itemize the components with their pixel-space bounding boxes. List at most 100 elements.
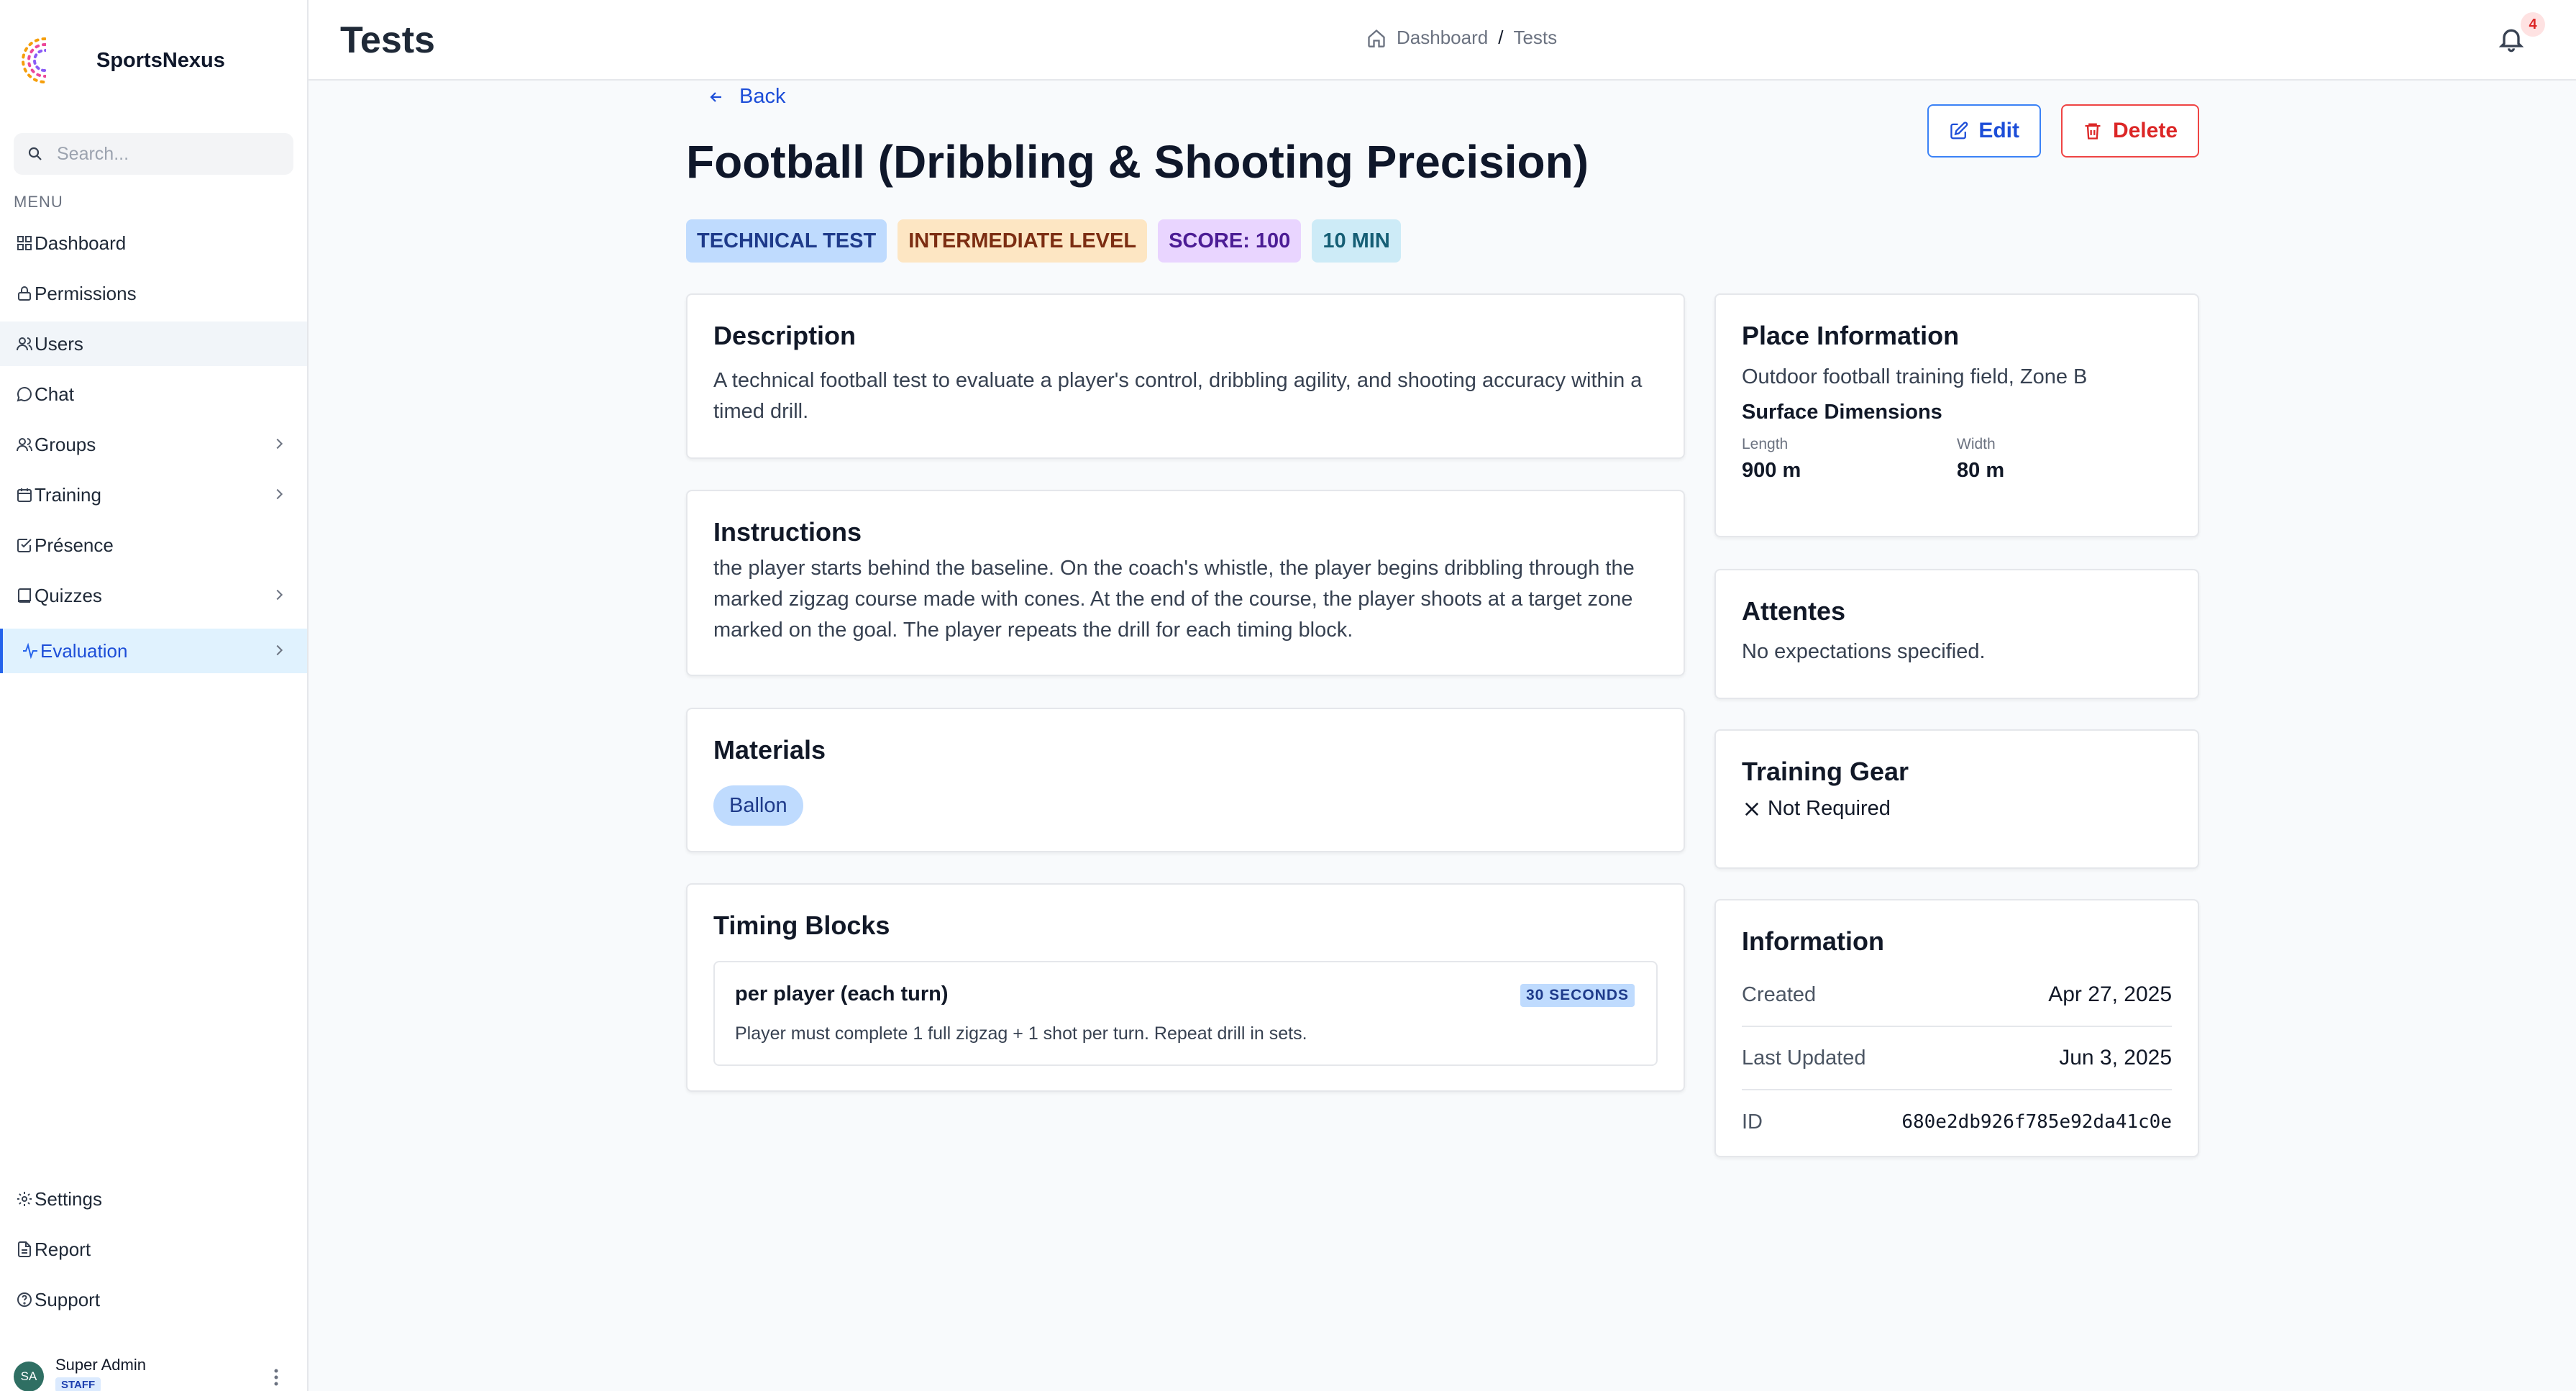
chevron-right-icon: [276, 438, 283, 450]
sidebar: SportsNexus MENU Dashboard Permissions U…: [0, 0, 309, 1391]
test-tags: TECHNICAL TEST INTERMEDIATE LEVEL SCORE:…: [686, 219, 1401, 263]
breadcrumb-tests: Tests: [1513, 27, 1558, 48]
menu-label: MENU: [14, 193, 63, 211]
sidebar-item-support[interactable]: Support: [0, 1277, 307, 1322]
sidebar-item-groups[interactable]: Groups: [0, 422, 307, 467]
edit-button[interactable]: Edit: [1927, 104, 2041, 158]
sidebar-item-presence[interactable]: Présence: [0, 523, 307, 567]
instructions-card: Instructions the player starts behind th…: [686, 490, 1685, 676]
sidebar-item-quizzes[interactable]: Quizzes: [0, 573, 307, 618]
search-box[interactable]: [14, 133, 293, 175]
file-icon: [14, 1239, 35, 1259]
sidebar-item-label: Chat: [35, 383, 74, 405]
width-dimension: Width 80 m: [1957, 436, 2172, 483]
place-information-card: Place Information Outdoor football train…: [1714, 293, 2199, 537]
group-icon: [14, 434, 35, 455]
sidebar-item-permissions[interactable]: Permissions: [0, 271, 307, 316]
sidebar-item-label: Report: [35, 1238, 91, 1260]
notification-badge: 4: [2521, 12, 2545, 37]
sidebar-item-label: Training: [35, 483, 101, 506]
back-link[interactable]: Back: [708, 85, 785, 109]
home-icon[interactable]: [1366, 28, 1387, 48]
close-icon: [1745, 802, 1759, 816]
gear-icon: [14, 1189, 35, 1209]
information-card: Information Created Apr 27, 2025 Last Up…: [1714, 899, 2199, 1157]
activity-icon: [20, 641, 40, 661]
page-title: Tests: [340, 19, 435, 61]
score-badge: SCORE: 100: [1158, 219, 1302, 263]
user-profile[interactable]: SA Super Admin STAFF: [14, 1356, 146, 1391]
sidebar-item-label: Quizzes: [35, 584, 102, 606]
information-list: Created Apr 27, 2025 Last Updated Jun 3,…: [1742, 964, 2172, 1154]
breadcrumb-dashboard[interactable]: Dashboard: [1397, 27, 1488, 49]
more-vertical-icon[interactable]: [272, 1367, 280, 1388]
duration-badge: 10 MIN: [1312, 219, 1401, 263]
sidebar-item-label: Settings: [35, 1187, 102, 1210]
sidebar-item-chat[interactable]: Chat: [0, 372, 307, 416]
brand-name: SportsNexus: [96, 48, 225, 72]
id-value: 680e2db926f785e92da41c0e: [1901, 1111, 2172, 1133]
grid-icon: [14, 233, 35, 253]
level-badge: INTERMEDIATE LEVEL: [898, 219, 1148, 263]
attentes-heading: Attentes: [1742, 596, 1846, 626]
sidebar-item-settings[interactable]: Settings: [0, 1177, 307, 1221]
sidebar-item-label: Présence: [35, 534, 114, 556]
search-icon: [28, 147, 42, 160]
top-header: Tests Dashboard / Tests 4: [309, 0, 2576, 81]
sidebar-item-dashboard[interactable]: Dashboard: [0, 221, 307, 265]
training-gear-card: Training Gear Not Required: [1714, 729, 2199, 869]
materials-heading: Materials: [713, 735, 826, 765]
surface-dimensions-heading: Surface Dimensions: [1742, 401, 1942, 424]
delete-button[interactable]: Delete: [2061, 104, 2199, 158]
check-square-icon: [14, 535, 35, 555]
brand-logo-icon: [22, 32, 70, 89]
search-input[interactable]: [57, 143, 287, 165]
user-role-badge: STAFF: [55, 1377, 101, 1391]
timing-block-note: Player must complete 1 full zigzag + 1 s…: [735, 1023, 1307, 1044]
edit-label: Edit: [1978, 119, 2019, 142]
sidebar-item-label: Evaluation: [40, 639, 128, 662]
sidebar-item-label: Support: [35, 1288, 101, 1310]
users-icon: [14, 334, 35, 354]
updated-value: Jun 3, 2025: [2059, 1046, 2172, 1070]
instructions-heading: Instructions: [713, 517, 862, 547]
arrow-left-icon: [710, 91, 721, 102]
gear-heading: Training Gear: [1742, 757, 1909, 786]
sidebar-item-label: Users: [35, 332, 83, 355]
instructions-text: the player starts behind the baseline. O…: [713, 557, 1635, 642]
test-title: Football (Dribbling & Shooting Precision…: [686, 136, 1589, 188]
description-card: Description A technical football test to…: [686, 293, 1685, 459]
type-badge: TECHNICAL TEST: [686, 219, 887, 263]
gear-status: Not Required: [1742, 797, 2172, 821]
chevron-right-icon: [276, 589, 283, 601]
info-row-id: ID 680e2db926f785e92da41c0e: [1742, 1090, 2172, 1154]
width-value: 80 m: [1957, 459, 2005, 482]
sidebar-item-training[interactable]: Training: [0, 473, 307, 517]
lock-icon: [14, 283, 35, 304]
length-label: Length: [1742, 436, 1789, 452]
information-heading: Information: [1742, 926, 1884, 956]
sidebar-item-label: Permissions: [35, 282, 137, 304]
id-label: ID: [1742, 1110, 1763, 1134]
created-value: Apr 27, 2025: [2048, 982, 2172, 1006]
timing-blocks-card: Timing Blocks per player (each turn) 30 …: [686, 883, 1685, 1092]
info-row-updated: Last Updated Jun 3, 2025: [1742, 1027, 2172, 1090]
sidebar-item-evaluation[interactable]: Evaluation: [0, 629, 307, 673]
trash-icon: [2085, 123, 2101, 140]
length-dimension: Length 900 m: [1742, 436, 1957, 483]
timing-heading: Timing Blocks: [713, 911, 890, 940]
avatar: SA: [14, 1362, 44, 1391]
sidebar-item-users[interactable]: Users: [0, 321, 307, 366]
chevron-right-icon: [276, 644, 283, 656]
user-info: Super Admin STAFF: [55, 1356, 146, 1391]
back-label: Back: [739, 85, 786, 108]
user-name: Super Admin: [55, 1356, 146, 1374]
sidebar-item-report[interactable]: Report: [0, 1227, 307, 1272]
timing-duration-badge: 30 SECONDS: [1520, 984, 1635, 1007]
description-text: A technical football test to evaluate a …: [713, 369, 1643, 423]
created-label: Created: [1742, 982, 1817, 1006]
brand[interactable]: SportsNexus: [19, 32, 225, 89]
calendar-icon: [14, 485, 35, 505]
timing-block-title: per player (each turn): [735, 982, 949, 1005]
dimensions-row: Length 900 m Width 80 m: [1742, 436, 2172, 483]
